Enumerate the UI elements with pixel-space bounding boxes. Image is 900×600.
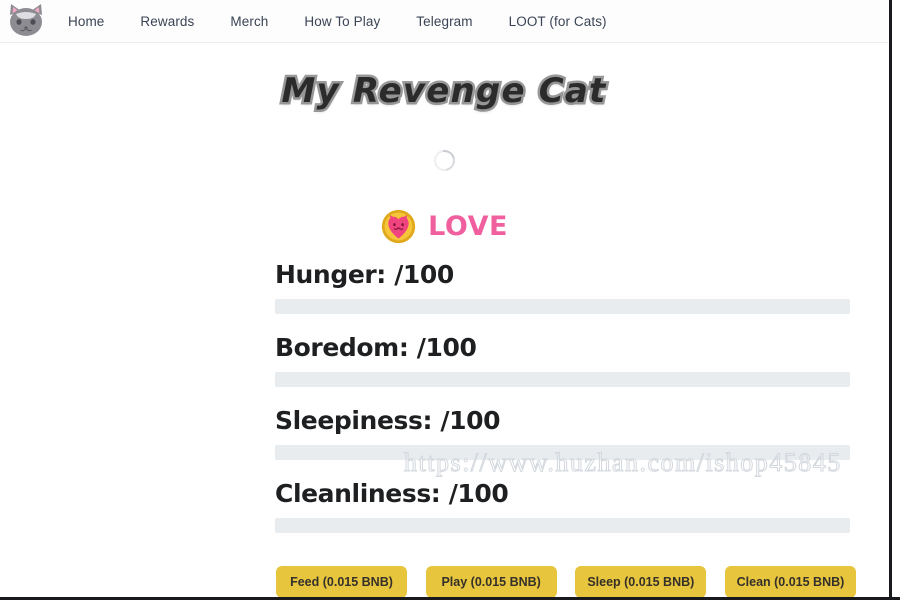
stat-hunger-progressbar [275,299,850,314]
nav-links: Home Rewards Merch How To Play Telegram … [68,0,607,43]
love-coin-icon [380,208,417,245]
nav-link-how-to-play[interactable]: How To Play [304,15,380,29]
stat-hunger-label: Hunger: /100 [275,260,454,289]
window-right-border [889,0,892,600]
page-content: Home Rewards Merch How To Play Telegram … [0,0,888,597]
feed-button[interactable]: Feed (0.015 BNB) [276,566,407,597]
stat-sleepiness-label: Sleepiness: /100 [275,406,501,435]
nav-link-loot-for-cats[interactable]: LOOT (for Cats) [509,15,607,29]
stat-hunger: Hunger: /100 [275,259,850,314]
action-buttons: Feed (0.015 BNB) Play (0.015 BNB) Sleep … [276,566,856,597]
stat-sleepiness: Sleepiness: /100 [275,405,850,460]
cat-face-logo-icon[interactable] [6,1,46,41]
navbar: Home Rewards Merch How To Play Telegram … [0,0,888,43]
nav-link-telegram[interactable]: Telegram [416,15,472,29]
token-balance-row: LOVE [0,208,888,245]
sleep-button[interactable]: Sleep (0.015 BNB) [575,566,707,597]
stat-cleanliness-progressbar [275,518,850,533]
stat-boredom: Boredom: /100 [275,332,850,387]
stat-cleanliness-label: Cleanliness: /100 [275,479,509,508]
play-button[interactable]: Play (0.015 BNB) [425,566,557,597]
token-label: LOVE [428,211,508,242]
loading-spinner-icon [429,145,459,176]
stat-sleepiness-progressbar [275,445,850,460]
nav-link-home[interactable]: Home [68,15,104,29]
nav-link-merch[interactable]: Merch [230,15,268,29]
stat-boredom-label: Boredom: /100 [275,333,477,362]
browser-page: Home Rewards Merch How To Play Telegram … [0,0,900,600]
stat-cleanliness: Cleanliness: /100 [275,478,850,533]
page-title: My Revenge Cat [279,69,608,114]
stats-panel: Hunger: /100 Boredom: /100 Sleepiness: /… [275,259,850,551]
stat-boredom-progressbar [275,372,850,387]
clean-button[interactable]: Clean (0.015 BNB) [724,566,856,597]
loading-indicator [0,145,888,176]
nav-link-rewards[interactable]: Rewards [140,15,194,29]
